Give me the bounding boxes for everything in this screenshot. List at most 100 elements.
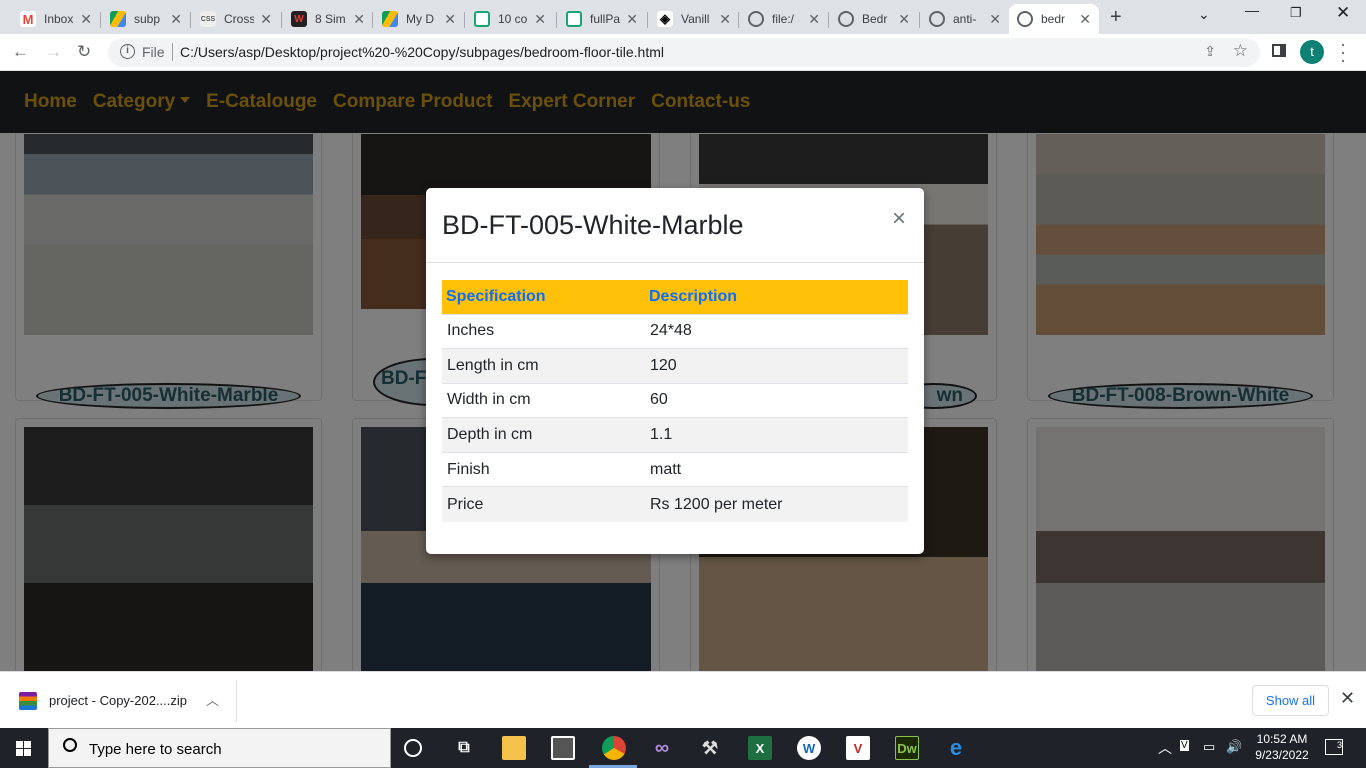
back-button[interactable]: ← [12,42,29,62]
taskbar-search[interactable]: Type here to search [48,728,391,768]
spec-label: Price [442,486,645,522]
close-tab-icon[interactable]: ✕ [170,11,182,28]
tab-8-simple[interactable]: W 8 Sim ✕ [283,4,373,34]
start-button[interactable] [0,728,48,768]
modal-close-button[interactable]: × [892,207,906,231]
dreamweaver-icon[interactable]: Dw [895,736,919,760]
winrar-archive-icon [19,692,37,710]
tab-search-chevron-icon[interactable]: ⌄ [1198,6,1210,23]
close-tab-icon[interactable]: ✕ [719,11,731,28]
volume-icon[interactable]: 🔊 [1226,739,1242,755]
close-tab-icon[interactable]: ✕ [353,11,365,28]
spec-table: Specification Description Inches 24*48 Le… [442,280,908,522]
close-tab-icon[interactable]: ✕ [80,11,92,28]
file-explorer-icon[interactable] [502,736,526,760]
spec-value: Rs 1200 per meter [645,486,908,522]
table-row: Price Rs 1200 per meter [442,486,908,522]
clock-time: 10:52 AM [1256,732,1308,746]
tab-10-css[interactable]: 10 co ✕ [466,4,554,34]
close-window-button[interactable]: ✕ [1336,3,1350,23]
restore-button[interactable]: ❐ [1290,5,1302,21]
info-icon[interactable]: i [120,44,135,59]
close-tab-icon[interactable]: ✕ [898,11,910,28]
tab-vanilla[interactable]: ◈ Vanill ✕ [649,4,739,34]
page-content: Home Category E-Catalouge Compare Produc… [0,71,1366,671]
vc-icon[interactable]: V [846,736,870,760]
tools-icon[interactable]: ⚒ [698,736,722,760]
tab-drive-subpages[interactable]: subp ✕ [102,4,190,34]
table-row: Finish matt [442,451,908,487]
page-icon [474,11,490,27]
tab-file[interactable]: file:/ ✕ [740,4,828,34]
clock-date: 9/23/2022 [1255,748,1309,762]
address-bar[interactable]: i File C:/Users/asp/Desktop/project%20-%… [108,38,1260,67]
browser-toolbar: ← → ↻ i File C:/Users/asp/Desktop/projec… [0,34,1366,71]
spec-table-header: Specification Description [442,280,908,314]
download-filename[interactable]: project - Copy-202....zip [49,693,187,708]
close-tab-icon[interactable]: ✕ [444,11,456,28]
spec-label: Inches [442,313,645,349]
table-row: Length in cm 120 [442,348,908,384]
show-all-button[interactable]: Show all [1252,685,1329,716]
tab-title: Vanill [681,12,710,26]
app-w-icon[interactable]: W [797,736,821,760]
side-panel-icon[interactable] [1272,44,1286,57]
codepen-icon: ◈ [657,11,673,27]
spec-label: Finish [442,451,645,487]
tab-bedroom[interactable]: Bedr ✕ [830,4,918,34]
close-tab-icon[interactable]: ✕ [989,11,1001,28]
spec-value: 120 [645,348,908,384]
tab-fullpage[interactable]: fullPa ✕ [558,4,646,34]
url-text[interactable]: C:/Users/asp/Desktop/project%20-%20Copy/… [180,44,664,60]
menu-icon[interactable]: · · · [1340,35,1346,69]
bookmark-star-icon[interactable]: ☆ [1233,41,1248,61]
edge-icon[interactable]: e [944,735,968,760]
tab-my-drive[interactable]: My D ✕ [374,4,464,34]
tab-bedroom-active[interactable]: bedr ✕ [1009,4,1099,34]
tab-title: 10 co [498,12,528,26]
close-tab-icon[interactable]: ✕ [626,11,638,28]
clock[interactable]: 10:52 AM 9/23/2022 [1252,731,1312,763]
reload-button[interactable]: ↻ [77,42,91,62]
profile-avatar[interactable]: t [1300,40,1324,64]
cortana-icon[interactable] [404,739,422,757]
excel-icon[interactable]: X [748,736,772,760]
chevron-up-icon[interactable]: ︿ [1158,738,1172,758]
spec-value: 24*48 [645,313,908,349]
new-tab-button[interactable]: + [1110,6,1122,29]
tab-strip: M Inbox ✕ subp ✕ CSS Cross ✕ W 8 Sim ✕ My D ✕… [0,0,1366,34]
product-spec-modal: BD-FT-005-White-Marble × Specification D… [426,188,924,554]
w-icon: W [291,11,307,27]
task-view-icon[interactable]: ⧉ [452,736,476,760]
store-icon[interactable] [551,736,575,760]
tab-anti[interactable]: anti- ✕ [921,4,1009,34]
drive-icon [382,11,398,27]
network-icon[interactable]: ▭ [1203,739,1215,755]
tab-title: fullPa [590,12,620,26]
tab-gmail[interactable]: M Inbox ✕ [12,4,100,34]
chrome-icon[interactable] [602,736,626,760]
globe-icon [838,11,854,27]
share-icon[interactable]: ⇪ [1204,43,1216,60]
globe-icon [1017,11,1033,27]
css3-icon: CSS [200,11,216,27]
globe-icon [929,11,945,27]
close-tab-icon[interactable]: ✕ [1079,11,1091,28]
table-row: Inches 24*48 [442,313,908,349]
tab-title: bedr [1041,12,1066,26]
close-tab-icon[interactable]: ✕ [534,11,546,28]
modal-title: BD-FT-005-White-Marble [442,210,744,240]
close-tab-icon[interactable]: ✕ [260,11,272,28]
tab-css-cross[interactable]: CSS Cross ✕ [192,4,280,34]
notification-center-icon[interactable]: 3 [1325,739,1343,755]
gmail-icon: M [20,11,36,27]
chevron-up-icon[interactable]: ︿ [206,690,219,709]
close-download-bar-icon[interactable]: ✕ [1340,688,1355,709]
forward-button[interactable]: → [45,42,62,62]
windows-taskbar: Type here to search ⧉ ∞ ⚒ X W V Dw e ︿ V… [0,728,1366,768]
download-bar: project - Copy-202....zip ︿ Show all ✕ [0,671,1366,728]
minimize-button[interactable]: — [1245,2,1259,18]
vc-tray-icon[interactable]: V [1180,740,1189,751]
visual-studio-icon[interactable]: ∞ [650,736,674,760]
close-tab-icon[interactable]: ✕ [808,11,820,28]
